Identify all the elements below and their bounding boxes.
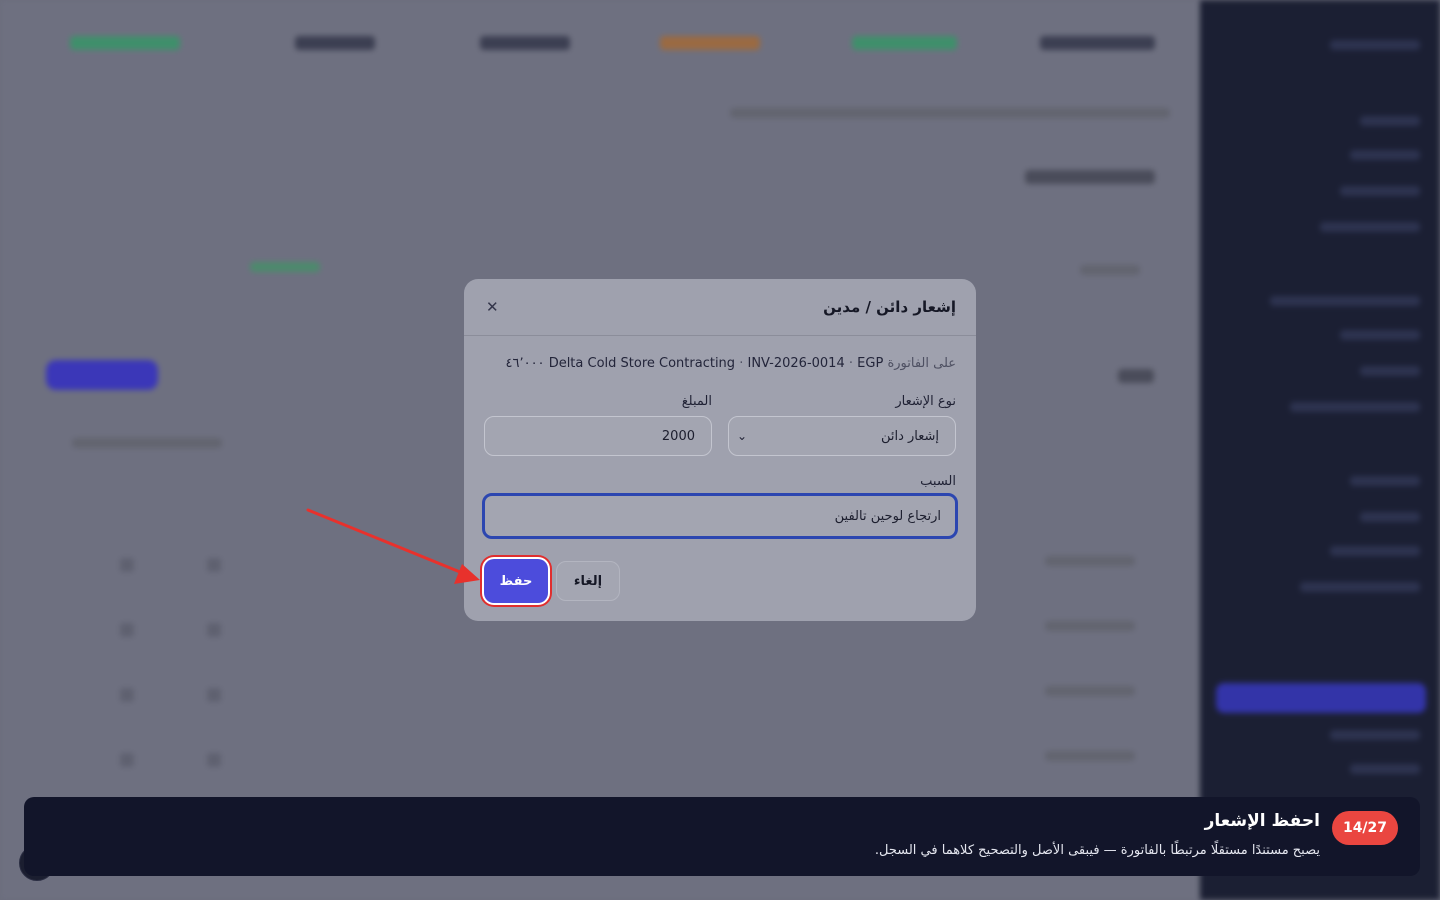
sidebar-item bbox=[1360, 116, 1420, 126]
bg-bar bbox=[72, 438, 222, 448]
cancel-button[interactable]: إلغاء bbox=[556, 561, 620, 601]
arrow-head bbox=[454, 564, 480, 584]
note-type-select[interactable]: إشعار دائن ⌄ bbox=[728, 416, 956, 456]
bg-stat bbox=[70, 36, 180, 50]
credit-debit-note-dialog: إشعار دائن / مدين ✕ على الفاتورة Delta C… bbox=[464, 279, 976, 621]
bg-bar bbox=[1045, 621, 1135, 631]
bg-pill bbox=[46, 360, 158, 390]
bg-bar bbox=[1025, 170, 1155, 184]
bg-bar bbox=[730, 108, 1170, 118]
arrow-line bbox=[306, 508, 462, 574]
toast-description: يصبح مستندًا مستقلًا مرتبطًا بالفاتورة —… bbox=[874, 843, 1320, 858]
note-type-label: نوع الإشعار bbox=[895, 394, 956, 409]
sidebar-item bbox=[1350, 764, 1420, 774]
bg-row-icon bbox=[207, 558, 221, 572]
tour-step-toast: 14/27 احفظ الإشعار يصبح مستندًا مستقلًا … bbox=[24, 797, 1420, 876]
reason-input[interactable]: ارتجاع لوحين تالفين bbox=[482, 493, 958, 539]
separator: · bbox=[739, 356, 744, 371]
separator: · bbox=[848, 356, 854, 371]
sidebar-item bbox=[1330, 546, 1420, 556]
invoice-reference: على الفاتورة Delta Cold Store Contractin… bbox=[506, 356, 957, 371]
reason-value: ارتجاع لوحين تالفين bbox=[834, 508, 941, 524]
bg-bar bbox=[1118, 369, 1154, 383]
sidebar-item bbox=[1320, 222, 1420, 232]
sidebar-item bbox=[1330, 40, 1420, 50]
bg-stat bbox=[660, 36, 760, 50]
bg-stat bbox=[852, 36, 957, 50]
customer-name: Delta Cold Store Contracting bbox=[548, 356, 736, 371]
invoice-number: INV-2026-0014 bbox=[747, 356, 845, 371]
bg-row-icon bbox=[120, 558, 134, 572]
bg-stat bbox=[1040, 36, 1155, 50]
reason-label: السبب bbox=[920, 474, 956, 489]
bg-bar bbox=[1080, 265, 1140, 275]
bg-row-icon bbox=[120, 688, 134, 702]
annotation-arrow bbox=[306, 508, 480, 584]
sidebar-item bbox=[1290, 402, 1420, 412]
toast-title: احفظ الإشعار bbox=[1204, 811, 1320, 831]
bg-stat bbox=[295, 36, 375, 50]
sidebar-item bbox=[1340, 186, 1420, 196]
bg-bar bbox=[1045, 751, 1135, 761]
sidebar-item bbox=[1270, 296, 1420, 306]
sidebar bbox=[1200, 0, 1440, 900]
sidebar-item bbox=[1330, 730, 1420, 740]
save-button[interactable]: حفظ bbox=[484, 559, 548, 603]
step-counter-badge: 14/27 bbox=[1332, 811, 1398, 845]
bg-row-icon bbox=[120, 753, 134, 767]
sidebar-item bbox=[1340, 330, 1420, 340]
dialog-header: إشعار دائن / مدين ✕ bbox=[464, 279, 976, 336]
sidebar-item bbox=[1350, 150, 1420, 160]
amount-label: المبلغ bbox=[681, 394, 712, 409]
bg-row-icon bbox=[120, 623, 134, 637]
chevron-down-icon: ⌄ bbox=[737, 429, 748, 443]
sidebar-item bbox=[1360, 512, 1420, 522]
sidebar-item bbox=[1350, 476, 1420, 486]
bg-stat bbox=[480, 36, 570, 50]
bg-row-icon bbox=[207, 688, 221, 702]
sidebar-item bbox=[1360, 366, 1420, 376]
amount-input[interactable]: 2000 bbox=[484, 416, 712, 456]
bg-row-icon bbox=[207, 623, 221, 637]
note-type-value: إشعار دائن bbox=[880, 428, 939, 444]
bg-bar bbox=[1045, 556, 1135, 566]
bg-bar bbox=[1045, 686, 1135, 696]
sidebar-item bbox=[1300, 582, 1420, 592]
sidebar-item-active bbox=[1216, 683, 1426, 713]
close-icon[interactable]: ✕ bbox=[486, 298, 499, 316]
dialog-title: إشعار دائن / مدين bbox=[823, 298, 956, 316]
bg-row-icon bbox=[207, 753, 221, 767]
bg-bar bbox=[250, 262, 320, 272]
invoice-prefix: على الفاتورة bbox=[887, 356, 956, 371]
amount-value: 2000 bbox=[661, 428, 695, 444]
